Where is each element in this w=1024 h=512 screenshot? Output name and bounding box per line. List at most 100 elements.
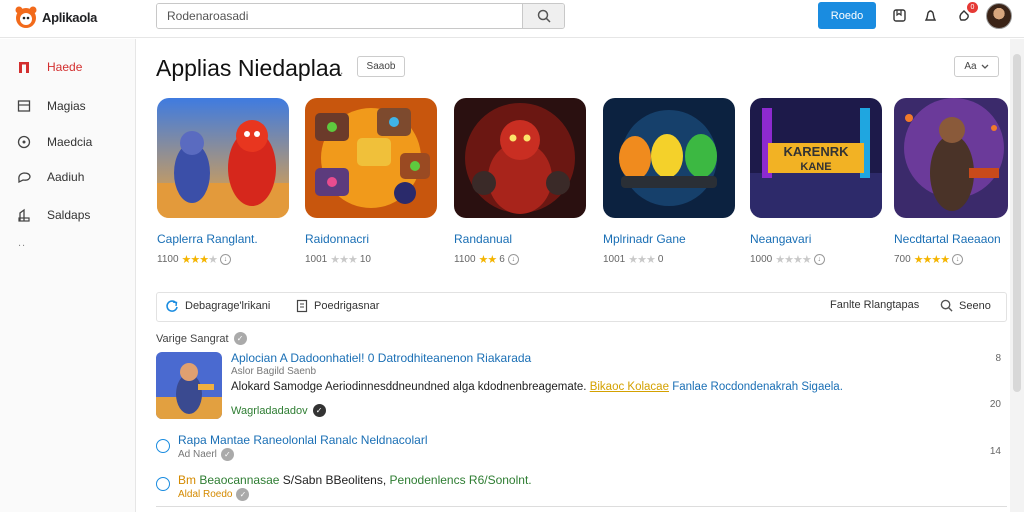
notifications-icon[interactable]: 0	[955, 2, 978, 24]
sidebar-item-home[interactable]: Haede	[0, 52, 136, 82]
sidebar-item-saldaps[interactable]: Saldaps	[0, 200, 136, 230]
app-card-title[interactable]: Randanual	[454, 232, 588, 246]
result-count: 8	[995, 353, 1001, 364]
result-item[interactable]: Rapa Mantae Raneolonlal Ranalc Neldnacol…	[156, 433, 1001, 463]
bell-icon[interactable]	[921, 6, 939, 24]
download-icon[interactable]: ↓	[952, 254, 964, 265]
title-separator: .	[340, 63, 344, 77]
result-item[interactable]: Bm Beaocannasae S/Sabn BBeolitens, Penod…	[156, 473, 1001, 503]
app-card-title[interactable]: Necdtartal Raeaaon	[894, 232, 1024, 246]
download-icon[interactable]: ↓	[507, 254, 519, 265]
result-description: Alokard Samodge Aeriodinnesddneundned al…	[231, 381, 843, 393]
app-card[interactable]: Necdtartal Raeaaon 700 ★★★★ ↓	[894, 98, 1024, 266]
app-name: Aplikaola	[42, 9, 98, 25]
app-card-extra: 6	[499, 254, 505, 265]
result-title-part: Beaocannasae	[199, 473, 280, 487]
download-icon[interactable]: ↓	[813, 254, 825, 265]
scrollbar-thumb[interactable]	[1013, 54, 1021, 392]
star-rating: ★★★★	[913, 254, 950, 266]
search-box	[156, 3, 565, 29]
app-card-meta: 1100 ★★ 6 ↓	[454, 253, 588, 266]
app-card[interactable]: Mplrinadr Gane 1001 ★★★ 0	[603, 98, 737, 266]
result-description-link[interactable]: Bikaoc Kolacae	[590, 381, 669, 393]
sidebar-item-magias[interactable]: Magias	[0, 91, 136, 121]
search-button[interactable]	[522, 4, 564, 28]
info-icon[interactable]: ✓	[236, 488, 250, 501]
search-icon	[940, 299, 953, 312]
app-card-rating-count: 1001	[305, 254, 328, 265]
filter-item-mid[interactable]: Poedrigasnar	[296, 299, 379, 313]
primary-action-button[interactable]: Roedo	[818, 2, 876, 29]
app-logo[interactable]: Aplikaola	[14, 4, 97, 30]
app-card-title[interactable]: Mplrinadr Gane	[603, 232, 737, 246]
app-card-meta: 1000 ★★★★ ↓	[750, 253, 884, 266]
filter-item-right[interactable]: Fanlte Rlangtapas	[830, 299, 919, 311]
filter-search[interactable]: Seeno	[940, 299, 991, 312]
notification-badge: 0	[967, 2, 978, 13]
app-card[interactable]: Caplerra Ranglant. 1100 ★★★★ ↓	[157, 98, 291, 266]
sidebar-item-label: Maedcia	[47, 135, 93, 149]
sidebar-item-maedcia[interactable]: Maedcia	[0, 127, 136, 157]
filter-bar: Debagrage'lrikani Poedrigasnar Fanlte Rl…	[156, 292, 1007, 322]
chevron-down-icon	[981, 64, 989, 69]
sidebar-more[interactable]: ..	[18, 237, 26, 249]
app-card-title[interactable]: Raidonnacri	[305, 232, 439, 246]
search-input[interactable]	[157, 4, 522, 28]
app-card-meta: 1001 ★★★ 10	[305, 253, 439, 266]
user-avatar[interactable]	[986, 3, 1012, 29]
app-card-image[interactable]	[157, 98, 289, 218]
app-card-extra: 10	[359, 254, 371, 265]
app-card-image[interactable]	[454, 98, 586, 218]
download-icon[interactable]: ↓	[219, 254, 231, 265]
bookmark-icon[interactable]	[890, 6, 908, 24]
app-card[interactable]: KARENRK KANE Neangavari 1000 ★★★★ ↓	[750, 98, 884, 266]
divider	[156, 506, 1007, 507]
app-card-image[interactable]: KARENRK KANE	[750, 98, 882, 218]
app-card[interactable]: Randanual 1100 ★★ 6 ↓	[454, 98, 588, 266]
refresh-icon	[166, 300, 178, 312]
results-section-title: Varige Sangrat	[156, 332, 229, 345]
app-card-meta: 1100 ★★★★ ↓	[157, 253, 291, 266]
app-card-meta: 700 ★★★★ ↓	[894, 253, 1024, 266]
result-bullet-icon	[156, 439, 170, 453]
app-card-title[interactable]: Neangavari	[750, 232, 884, 246]
app-card-rating-count: 1000	[750, 254, 773, 265]
app-logo-icon	[15, 6, 37, 28]
app-card-rating-count: 1001	[603, 254, 626, 265]
app-card-image[interactable]	[305, 98, 437, 218]
app-card[interactable]: Raidonnacri 1001 ★★★ 10	[305, 98, 439, 266]
filter-item-label: Debagrage'lrikani	[185, 300, 271, 312]
star-rating: ★★★★	[181, 254, 218, 266]
info-icon[interactable]: ✓	[233, 332, 247, 345]
sidebar-item-aadiuh[interactable]: Aadiuh	[0, 162, 136, 192]
result-subtitle-text: Aslor Bagild Saenb	[231, 366, 317, 377]
info-icon[interactable]: ✓	[220, 448, 234, 461]
sort-select[interactable]: Aa	[954, 56, 999, 77]
result-title-part: Penodenlencs R6/Sonolnt.	[389, 473, 532, 487]
home-icon	[16, 59, 32, 75]
result-item[interactable]: Aplocian A Dadoonhatiel! 0 Datrodhiteane…	[156, 351, 1001, 422]
page-title: Applias Niedaplaa	[156, 55, 342, 81]
app-card-image[interactable]	[894, 98, 1008, 218]
result-title-part: S/Sabn BBeolitens,	[282, 473, 387, 487]
store-icon	[16, 207, 32, 223]
result-title[interactable]: Rapa Mantae Raneolonlal Ranalc Neldnacol…	[178, 433, 428, 447]
app-card-image[interactable]	[603, 98, 735, 218]
result-subtitle-text: Ad Naerl	[178, 449, 217, 460]
filter-item-left[interactable]: Debagrage'lrikani	[165, 299, 270, 313]
app-card-title[interactable]: Caplerra Ranglant.	[157, 232, 291, 246]
search-icon	[537, 9, 551, 23]
result-description-text: Alokard Samodge Aeriodinnesddneundned al…	[231, 381, 587, 393]
result-thumbnail[interactable]	[156, 352, 222, 419]
app-card-rating-count: 1100	[454, 254, 476, 265]
result-subtitle: Aslor Bagild Saenb	[231, 366, 316, 377]
result-title[interactable]: Aplocian A Dadoonhatiel! 0 Datrodhiteane…	[231, 351, 531, 365]
filter-item-label: Fanlte Rlangtapas	[830, 299, 920, 311]
star-rating: ★★	[478, 254, 498, 266]
title-badge-button[interactable]: Saaob	[357, 56, 405, 77]
result-title[interactable]: Bm Beaocannasae S/Sabn BBeolitens, Penod…	[178, 473, 532, 487]
result-count-third: 14	[989, 446, 1001, 457]
sort-label: Aa	[964, 61, 977, 72]
app-card-rating-count: 700	[894, 254, 911, 265]
results-section-label: Varige Sangrat ✓	[156, 332, 247, 345]
